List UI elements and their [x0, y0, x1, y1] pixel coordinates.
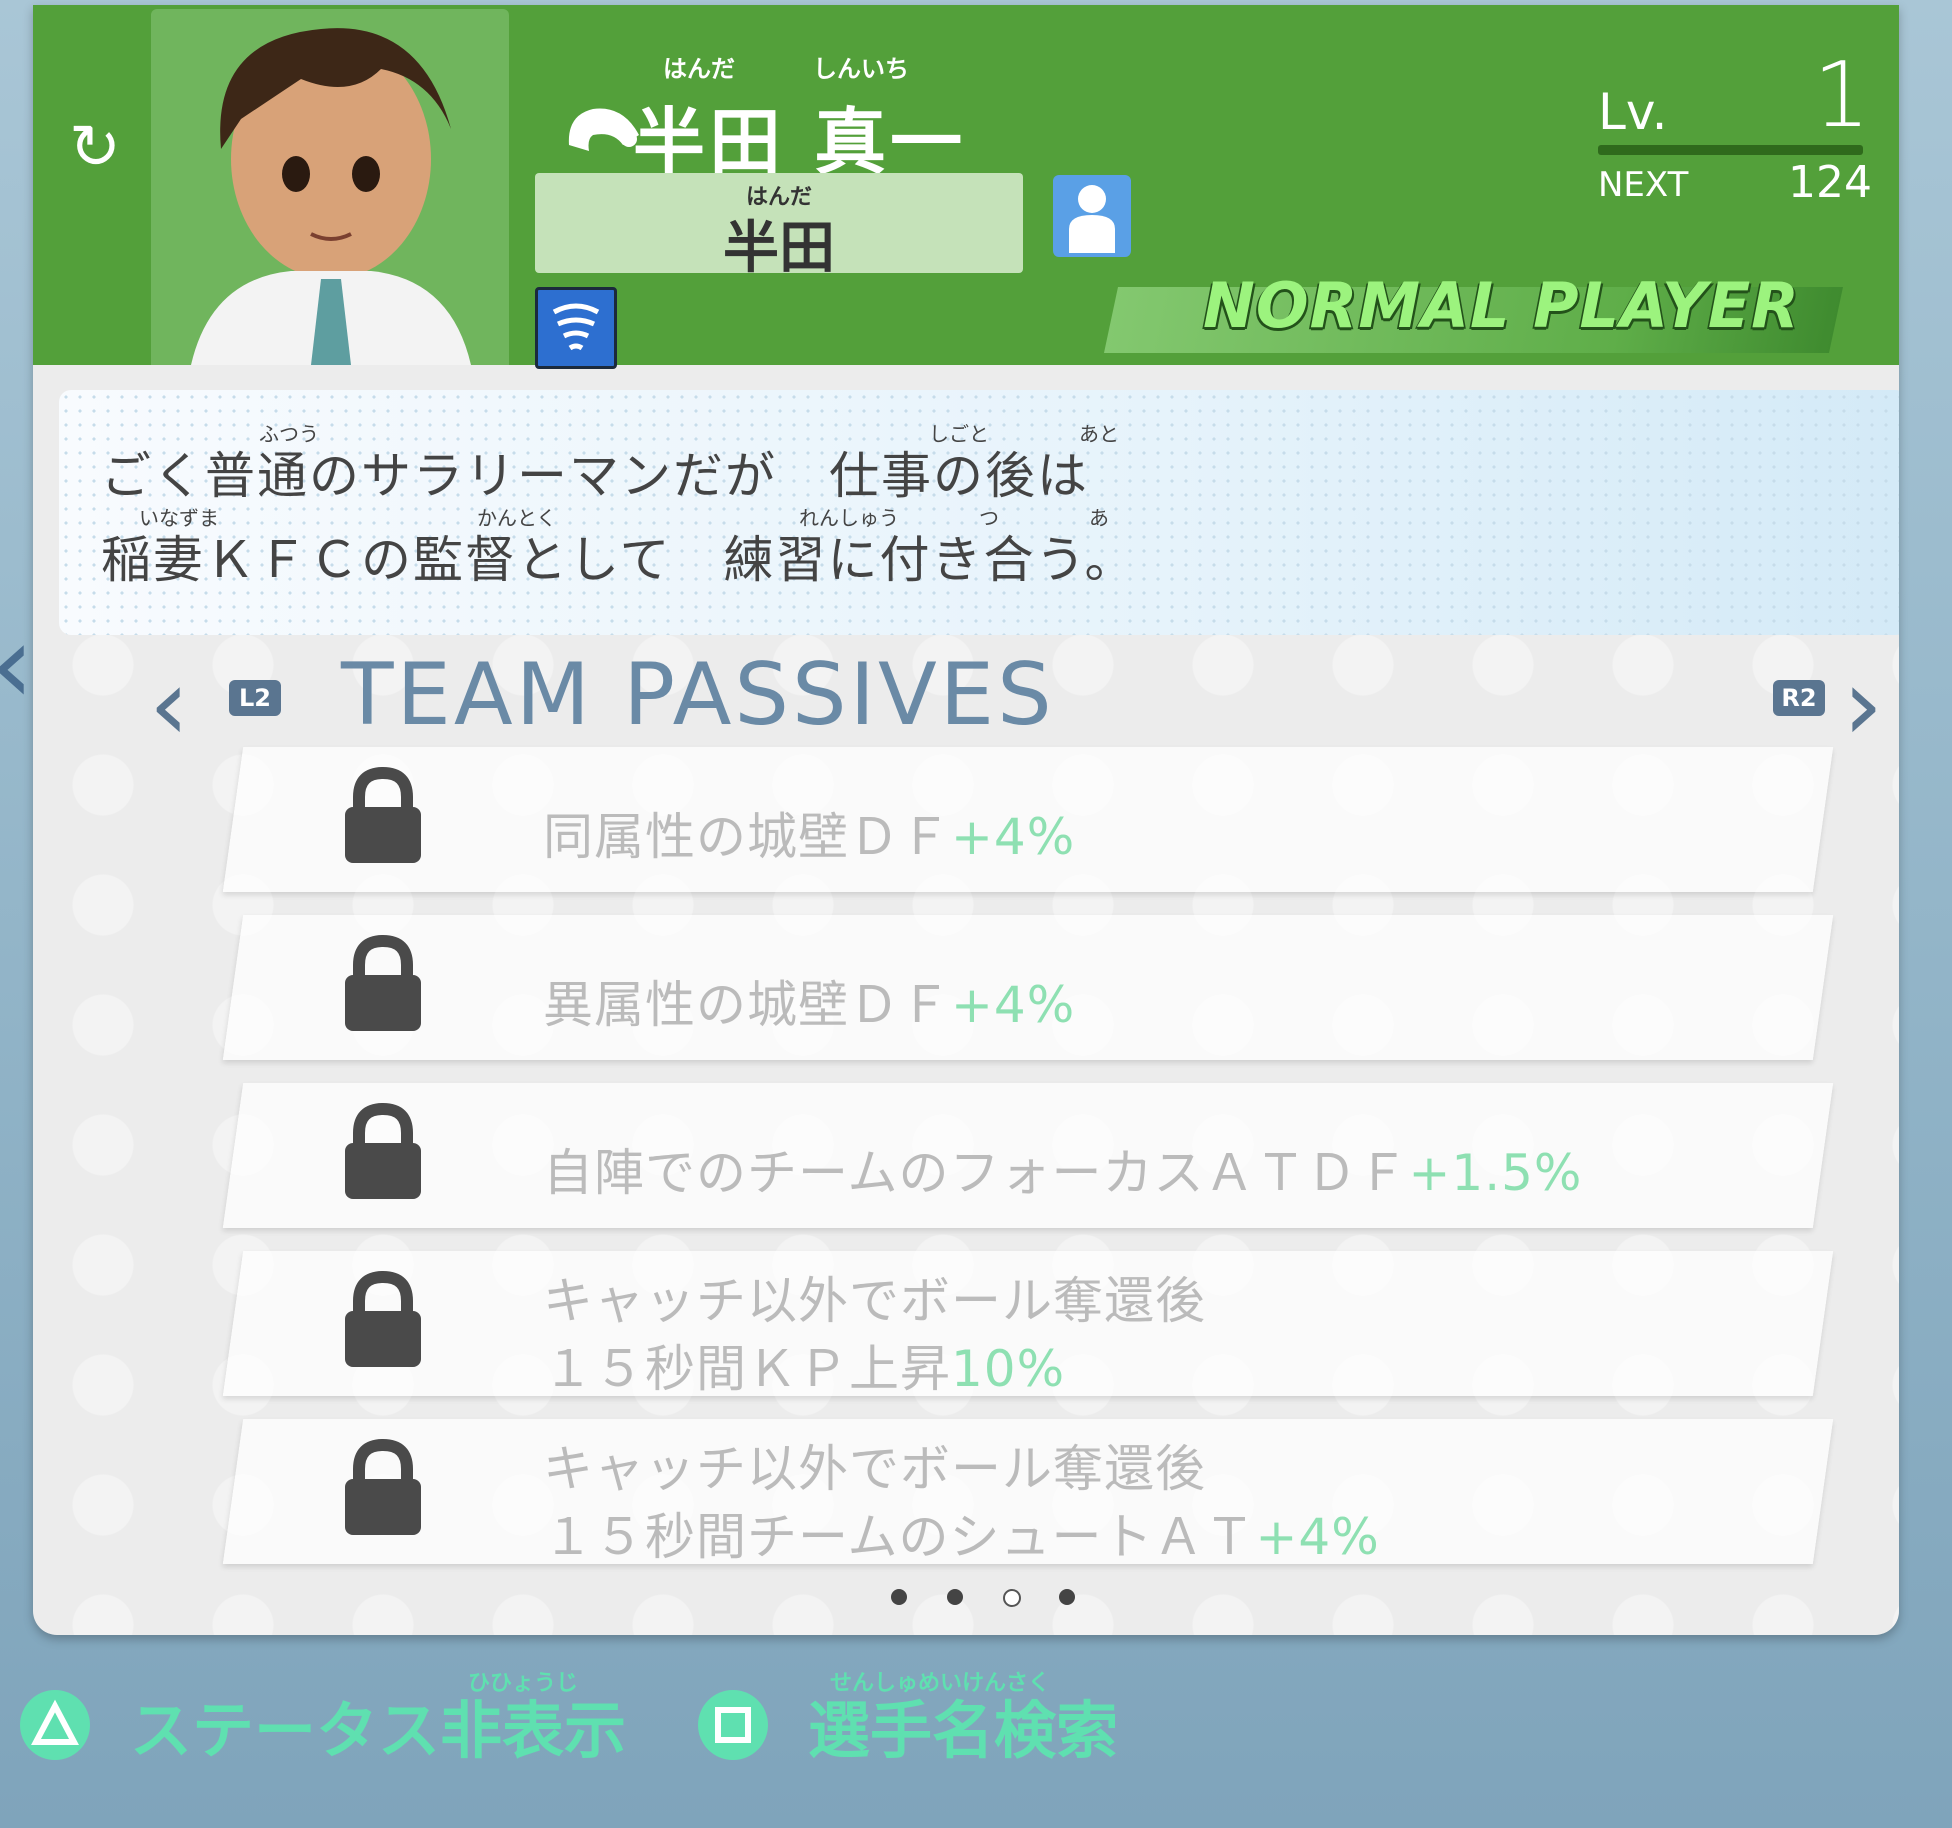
- page-dot-active[interactable]: [1003, 1589, 1021, 1607]
- lock-icon: [341, 766, 425, 867]
- nickname: 半田: [723, 216, 835, 281]
- lock-icon: [341, 1102, 425, 1203]
- tornado-icon: [535, 287, 617, 369]
- nickname-box: はんだ 半田: [535, 173, 1023, 281]
- passive-value: +1.5%: [1408, 1144, 1583, 1202]
- passive-value: 10%: [951, 1340, 1066, 1398]
- description-box: ふつう しごと あと ごく普通のサラリーマンだが 仕事の後は いなずま かんとく…: [59, 390, 1899, 635]
- lock-icon: [341, 934, 425, 1035]
- description-line-1: ごく普通のサラリーマンだが 仕事の後は: [101, 447, 1089, 505]
- passive-text: １５秒間チームのシュートＡＴ+4%: [543, 1508, 1380, 1566]
- player-header: ↻ はんだ しんいち 半田 真一 はんだ 半田 Lv. 1 NEXT 124 N…: [33, 5, 1899, 369]
- next-label: NEXT: [1598, 165, 1689, 205]
- l2-button[interactable]: L2: [229, 680, 281, 716]
- passive-row: 異属性の城壁ＤＦ+4%: [213, 915, 1838, 1060]
- player-detail-panel: ↻ はんだ しんいち 半田 真一 はんだ 半田 Lv. 1 NEXT 124 N…: [33, 5, 1899, 1635]
- passive-text: 同属性の城壁ＤＦ+4%: [543, 808, 1076, 866]
- page-dot[interactable]: [1059, 1589, 1075, 1605]
- name-ruby-2: しんいち: [813, 55, 909, 83]
- passive-value: +4%: [951, 976, 1076, 1034]
- page-dot[interactable]: [947, 1589, 963, 1605]
- refresh-icon[interactable]: ↻: [63, 115, 127, 179]
- chevron-left-icon[interactable]: ‹: [149, 655, 189, 755]
- person-icon: [1053, 175, 1131, 257]
- passive-text: 異属性の城壁ＤＦ+4%: [543, 976, 1076, 1034]
- player-portrait: [151, 9, 509, 365]
- lock-icon: [341, 1270, 425, 1371]
- passive-row: 同属性の城壁ＤＦ+4%: [213, 747, 1838, 892]
- level-progress-bar: [1598, 145, 1863, 155]
- square-button-icon: [698, 1690, 768, 1760]
- next-value: 124: [1788, 157, 1872, 208]
- hide-status-button[interactable]: ステータス非表示: [130, 1680, 626, 1770]
- lock-icon: [341, 1438, 425, 1539]
- rarity-label: NORMAL PLAYER: [1203, 269, 1800, 342]
- level-value: 1: [1813, 43, 1871, 148]
- passive-text: １５秒間ＫＰ上昇10%: [543, 1340, 1066, 1398]
- level-label: Lv.: [1598, 83, 1668, 141]
- name-ruby-1: はんだ: [663, 55, 735, 83]
- section-title: TEAM PASSIVES: [341, 645, 1055, 745]
- passive-value: +4%: [951, 808, 1076, 866]
- passive-row: 自陣でのチームのフォーカスＡＴＤＦ+1.5%: [213, 1083, 1838, 1228]
- search-player-button[interactable]: 選手名検索: [808, 1680, 1118, 1770]
- passive-value: +4%: [1255, 1508, 1380, 1566]
- page-dot[interactable]: [891, 1589, 907, 1605]
- passive-row: キャッチ以外でボール奪還後 １５秒間チームのシュートＡＴ+4%: [213, 1419, 1838, 1566]
- prev-panel-arrow-icon[interactable]: ‹: [0, 600, 34, 728]
- r2-button[interactable]: R2: [1773, 680, 1825, 716]
- passive-text: キャッチ以外でボール奪還後: [543, 1440, 1206, 1498]
- passive-row: キャッチ以外でボール奪還後 １５秒間ＫＰ上昇10%: [213, 1251, 1838, 1398]
- wind-icon: [563, 95, 643, 155]
- passive-text: 自陣でのチームのフォーカスＡＴＤＦ+1.5%: [543, 1144, 1583, 1202]
- passive-text: キャッチ以外でボール奪還後: [543, 1272, 1206, 1330]
- triangle-button-icon: [20, 1690, 90, 1760]
- description-line-2: 稲妻ＫＦＣの監督として 練習に付き合う。: [101, 531, 1137, 589]
- chevron-right-icon[interactable]: ›: [1843, 655, 1883, 755]
